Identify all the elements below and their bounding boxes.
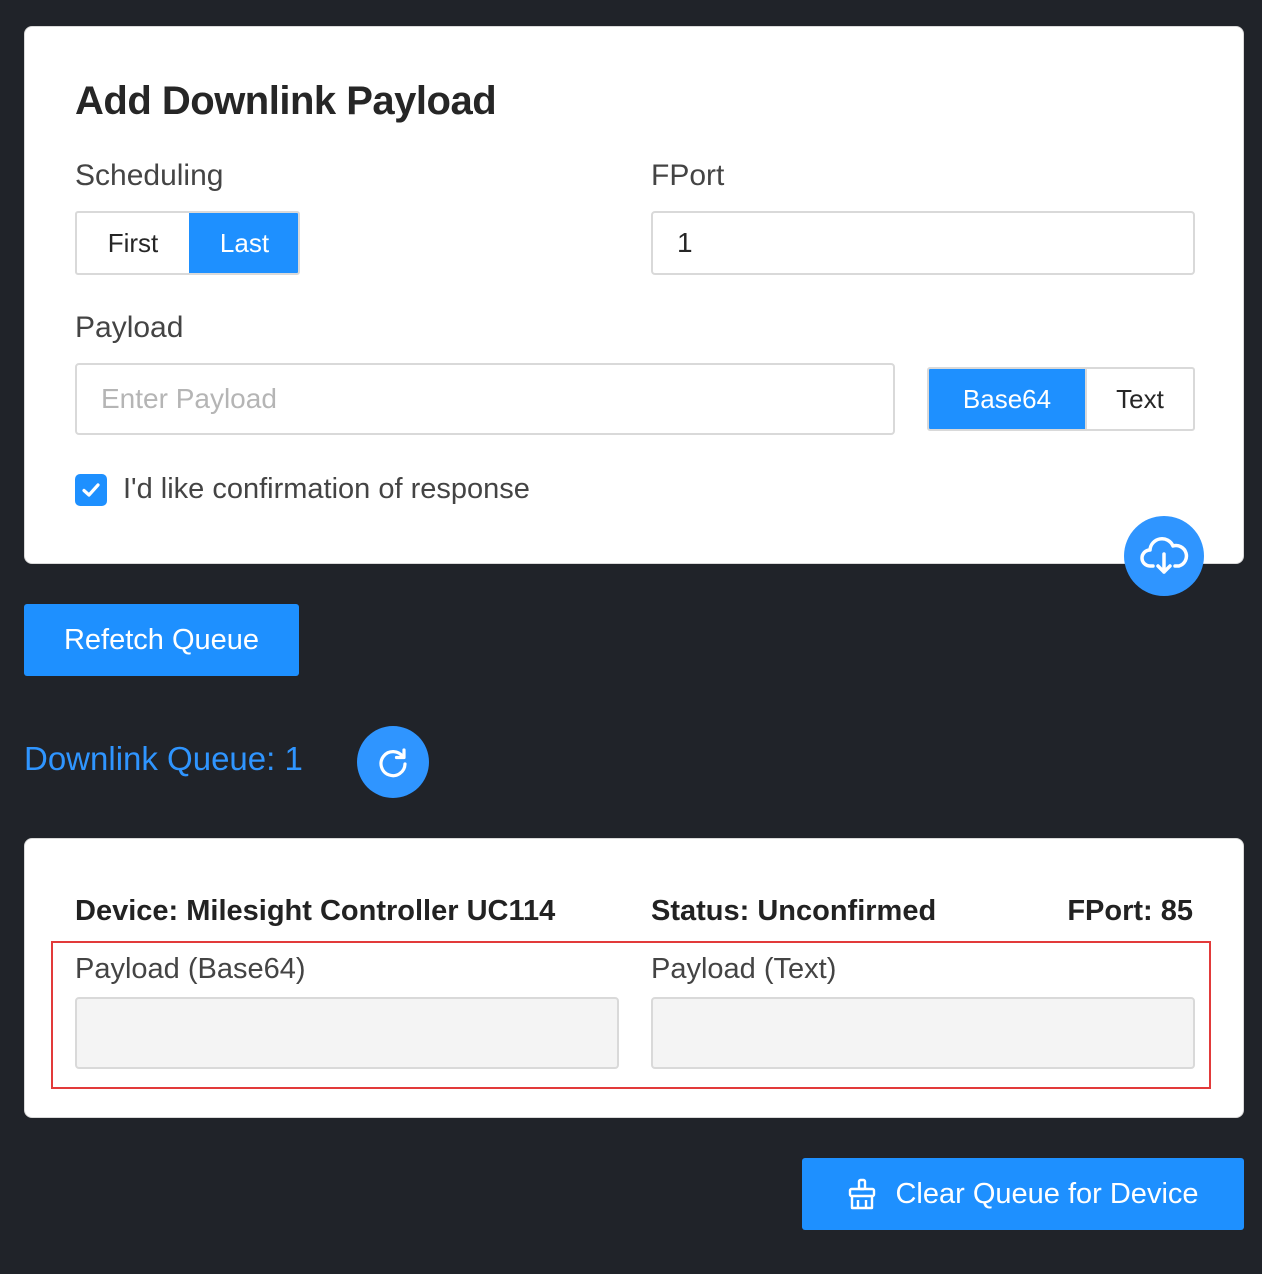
- encoding-base64-option[interactable]: Base64: [929, 369, 1085, 429]
- fport-label: FPort: [651, 159, 725, 192]
- refresh-icon: [379, 748, 407, 778]
- confirmation-label: I'd like confirmation of response: [123, 473, 530, 505]
- encoding-toggle: Base64 Text: [927, 367, 1195, 431]
- highlight-box: [51, 941, 1211, 1089]
- payload-label: Payload: [75, 311, 184, 344]
- payload-input[interactable]: [75, 363, 895, 435]
- scheduling-toggle: First Last: [75, 211, 300, 275]
- refetch-queue-button[interactable]: Refetch Queue: [24, 604, 299, 676]
- check-icon: [82, 482, 100, 497]
- add-downlink-card: Add Downlink Payload Scheduling First La…: [24, 26, 1244, 564]
- clear-queue-button[interactable]: Clear Queue for Device: [802, 1158, 1244, 1230]
- add-downlink-title: Add Downlink Payload: [75, 79, 497, 123]
- scheduling-first-option[interactable]: First: [77, 213, 189, 273]
- cloud-download-icon: [1140, 537, 1189, 574]
- scheduling-label: Scheduling: [75, 159, 224, 192]
- scheduling-last-option[interactable]: Last: [189, 213, 298, 273]
- queue-item-card: Device: Milesight Controller UC114 Statu…: [24, 838, 1244, 1118]
- refresh-queue-button[interactable]: [357, 726, 429, 798]
- queue-item-device: Device: Milesight Controller UC114: [75, 895, 556, 927]
- fport-input[interactable]: [651, 211, 1195, 275]
- downlink-queue-title: Downlink Queue: 1: [24, 740, 303, 777]
- confirmation-checkbox[interactable]: [75, 473, 107, 506]
- queue-item-fport: FPort: 85: [1067, 895, 1193, 927]
- broom-icon: [849, 1178, 876, 1210]
- submit-downlink-button[interactable]: [1124, 516, 1204, 596]
- queue-item-status: Status: Unconfirmed: [651, 895, 937, 927]
- encoding-text-option[interactable]: Text: [1085, 369, 1193, 429]
- clear-queue-label: Clear Queue for Device: [895, 1177, 1199, 1210]
- confirmation-row: I'd like confirmation of response: [75, 473, 530, 506]
